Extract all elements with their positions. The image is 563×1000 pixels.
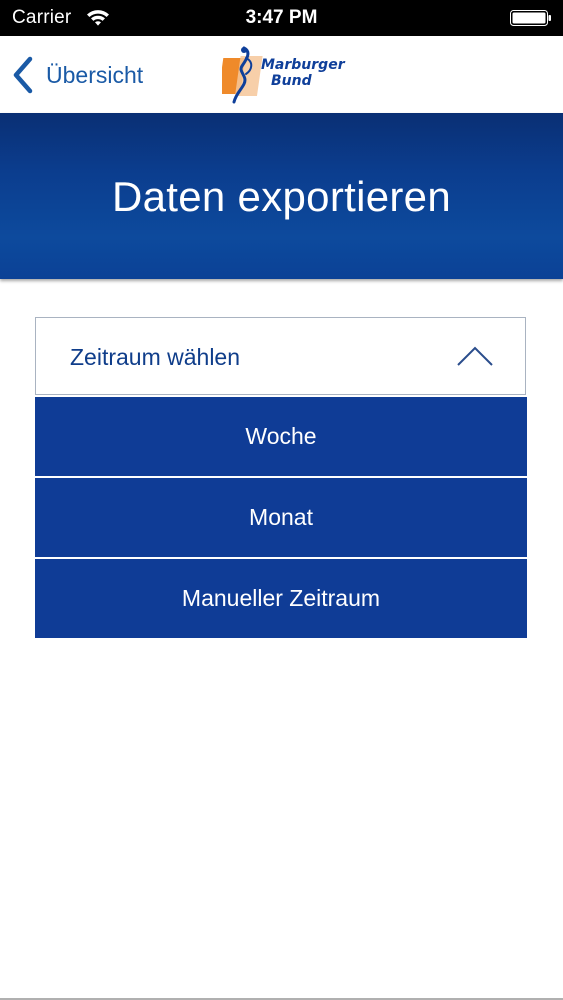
back-button[interactable]: Übersicht xyxy=(10,55,143,95)
dropdown-label: Zeitraum wählen xyxy=(70,344,241,370)
status-time: 3:47 PM xyxy=(245,7,318,28)
back-label: Übersicht xyxy=(46,62,144,88)
navigation-bar: Übersicht Marburger Bund xyxy=(0,36,563,114)
status-bar: Carrier 3:47 PM xyxy=(0,0,563,36)
chevron-left-icon xyxy=(13,56,33,94)
option-manueller-zeitraum[interactable]: Manueller Zeitraum xyxy=(35,559,527,638)
header-banner: Daten exportieren xyxy=(0,113,563,279)
marburger-bund-logo: Marburger Bund xyxy=(222,46,345,108)
battery-icon xyxy=(510,10,551,26)
page-title: Daten exportieren xyxy=(112,173,451,220)
logo-text-line1: Marburger xyxy=(261,57,345,73)
option-woche[interactable]: Woche xyxy=(35,397,527,476)
logo-text-line2: Bund xyxy=(271,73,312,89)
option-monat[interactable]: Monat xyxy=(35,478,527,557)
chevron-up-icon xyxy=(457,346,493,366)
dropdown-options: Woche Monat Manueller Zeitraum xyxy=(35,397,527,640)
period-dropdown[interactable]: Zeitraum wählen xyxy=(35,317,526,395)
